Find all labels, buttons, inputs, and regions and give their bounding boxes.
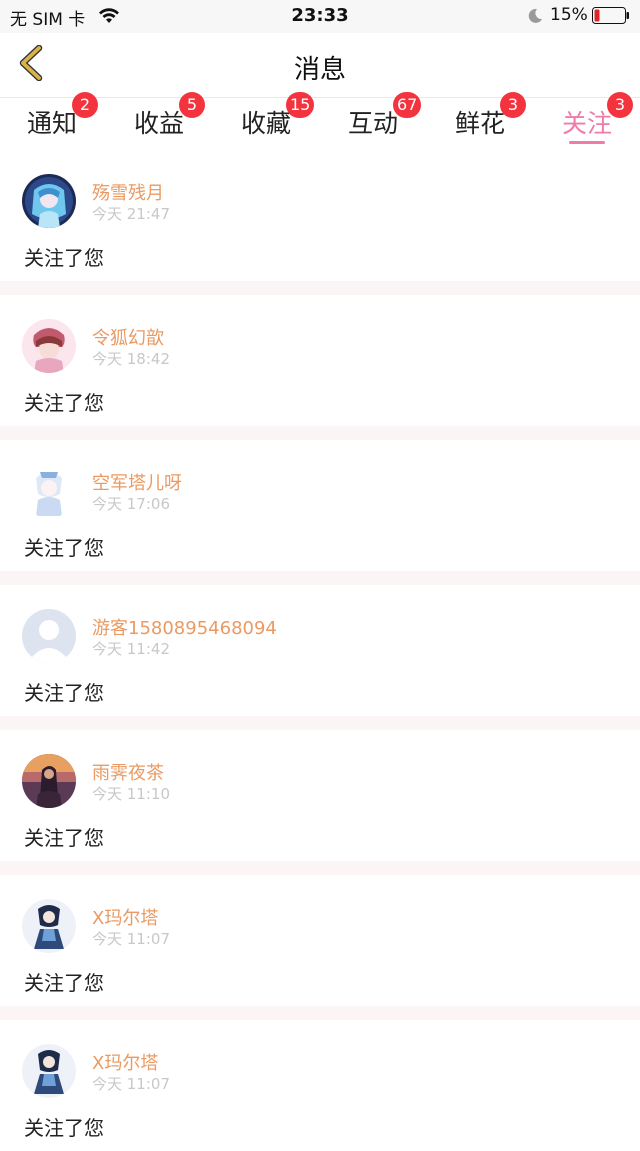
battery-icon	[592, 7, 630, 24]
nav-bar: 消息	[0, 33, 640, 98]
notification-message: 关注了您	[24, 246, 104, 270]
list-item[interactable]: 空军塔儿呀 今天 17:06 关注了您	[0, 440, 640, 571]
notification-message: 关注了您	[24, 391, 104, 415]
notification-message: 关注了您	[24, 681, 104, 705]
status-bar: 无 SIM 卡 23:33 15%	[0, 0, 640, 33]
tab-bar: 通知 2 收益 5 收藏 15 互动 67 鲜花 3 关注 3	[0, 92, 640, 150]
clock: 23:33	[291, 5, 349, 26]
timestamp: 今天 11:10	[92, 785, 170, 803]
timestamp: 今天 18:42	[92, 350, 170, 368]
username[interactable]: 雨霁夜茶	[92, 759, 164, 785]
notification-message: 关注了您	[24, 536, 104, 560]
avatar[interactable]	[22, 609, 76, 663]
tab-follows[interactable]: 关注 3	[557, 92, 640, 150]
list-item[interactable]: 雨霁夜茶 今天 11:10 关注了您	[0, 730, 640, 861]
avatar[interactable]	[22, 319, 76, 373]
follow-notification-list: 殇雪残月 今天 21:47 关注了您 令狐幻歆 今天 18:42 关注了您 空军…	[0, 150, 640, 1151]
notification-message: 关注了您	[24, 1116, 104, 1140]
timestamp: 今天 11:42	[92, 640, 170, 658]
avatar[interactable]	[22, 899, 76, 953]
battery-percent: 15%	[550, 5, 588, 25]
username[interactable]: X玛尔塔	[92, 1049, 158, 1075]
list-item[interactable]: 游客1580895468094 今天 11:42 关注了您	[0, 585, 640, 716]
timestamp: 今天 17:06	[92, 495, 170, 513]
username[interactable]: 令狐幻歆	[92, 324, 164, 350]
username[interactable]: 殇雪残月	[92, 179, 164, 205]
list-item[interactable]: X玛尔塔 今天 11:07 关注了您	[0, 875, 640, 1006]
tab-interactions[interactable]: 互动 67	[343, 92, 443, 150]
moon-icon	[527, 8, 543, 28]
username[interactable]: 游客1580895468094	[92, 614, 277, 640]
avatar[interactable]	[22, 174, 76, 228]
page-title: 消息	[293, 55, 346, 85]
tab-earnings[interactable]: 收益 5	[129, 92, 229, 150]
unread-badge: 15	[286, 92, 315, 118]
timestamp: 今天 21:47	[92, 205, 170, 223]
unread-badge: 5	[179, 92, 205, 118]
username[interactable]: X玛尔塔	[92, 904, 158, 930]
timestamp: 今天 11:07	[92, 1075, 170, 1093]
unread-badge: 3	[607, 92, 633, 118]
list-item[interactable]: X玛尔塔 今天 11:07 关注了您	[0, 1020, 640, 1151]
active-tab-indicator	[569, 141, 605, 144]
tab-flowers[interactable]: 鲜花 3	[450, 92, 550, 150]
avatar[interactable]	[22, 754, 76, 808]
avatar[interactable]	[22, 464, 76, 518]
tab-favorites[interactable]: 收藏 15	[236, 92, 336, 150]
username[interactable]: 空军塔儿呀	[92, 469, 182, 495]
list-item[interactable]: 令狐幻歆 今天 18:42 关注了您	[0, 295, 640, 426]
unread-badge: 3	[500, 92, 526, 118]
tab-notifications[interactable]: 通知 2	[22, 92, 122, 150]
avatar[interactable]	[22, 1044, 76, 1098]
list-item[interactable]: 殇雪残月 今天 21:47 关注了您	[0, 150, 640, 281]
timestamp: 今天 11:07	[92, 930, 170, 948]
unread-badge: 67	[393, 92, 422, 118]
notification-message: 关注了您	[24, 826, 104, 850]
notification-message: 关注了您	[24, 971, 104, 995]
unread-badge: 2	[72, 92, 98, 118]
